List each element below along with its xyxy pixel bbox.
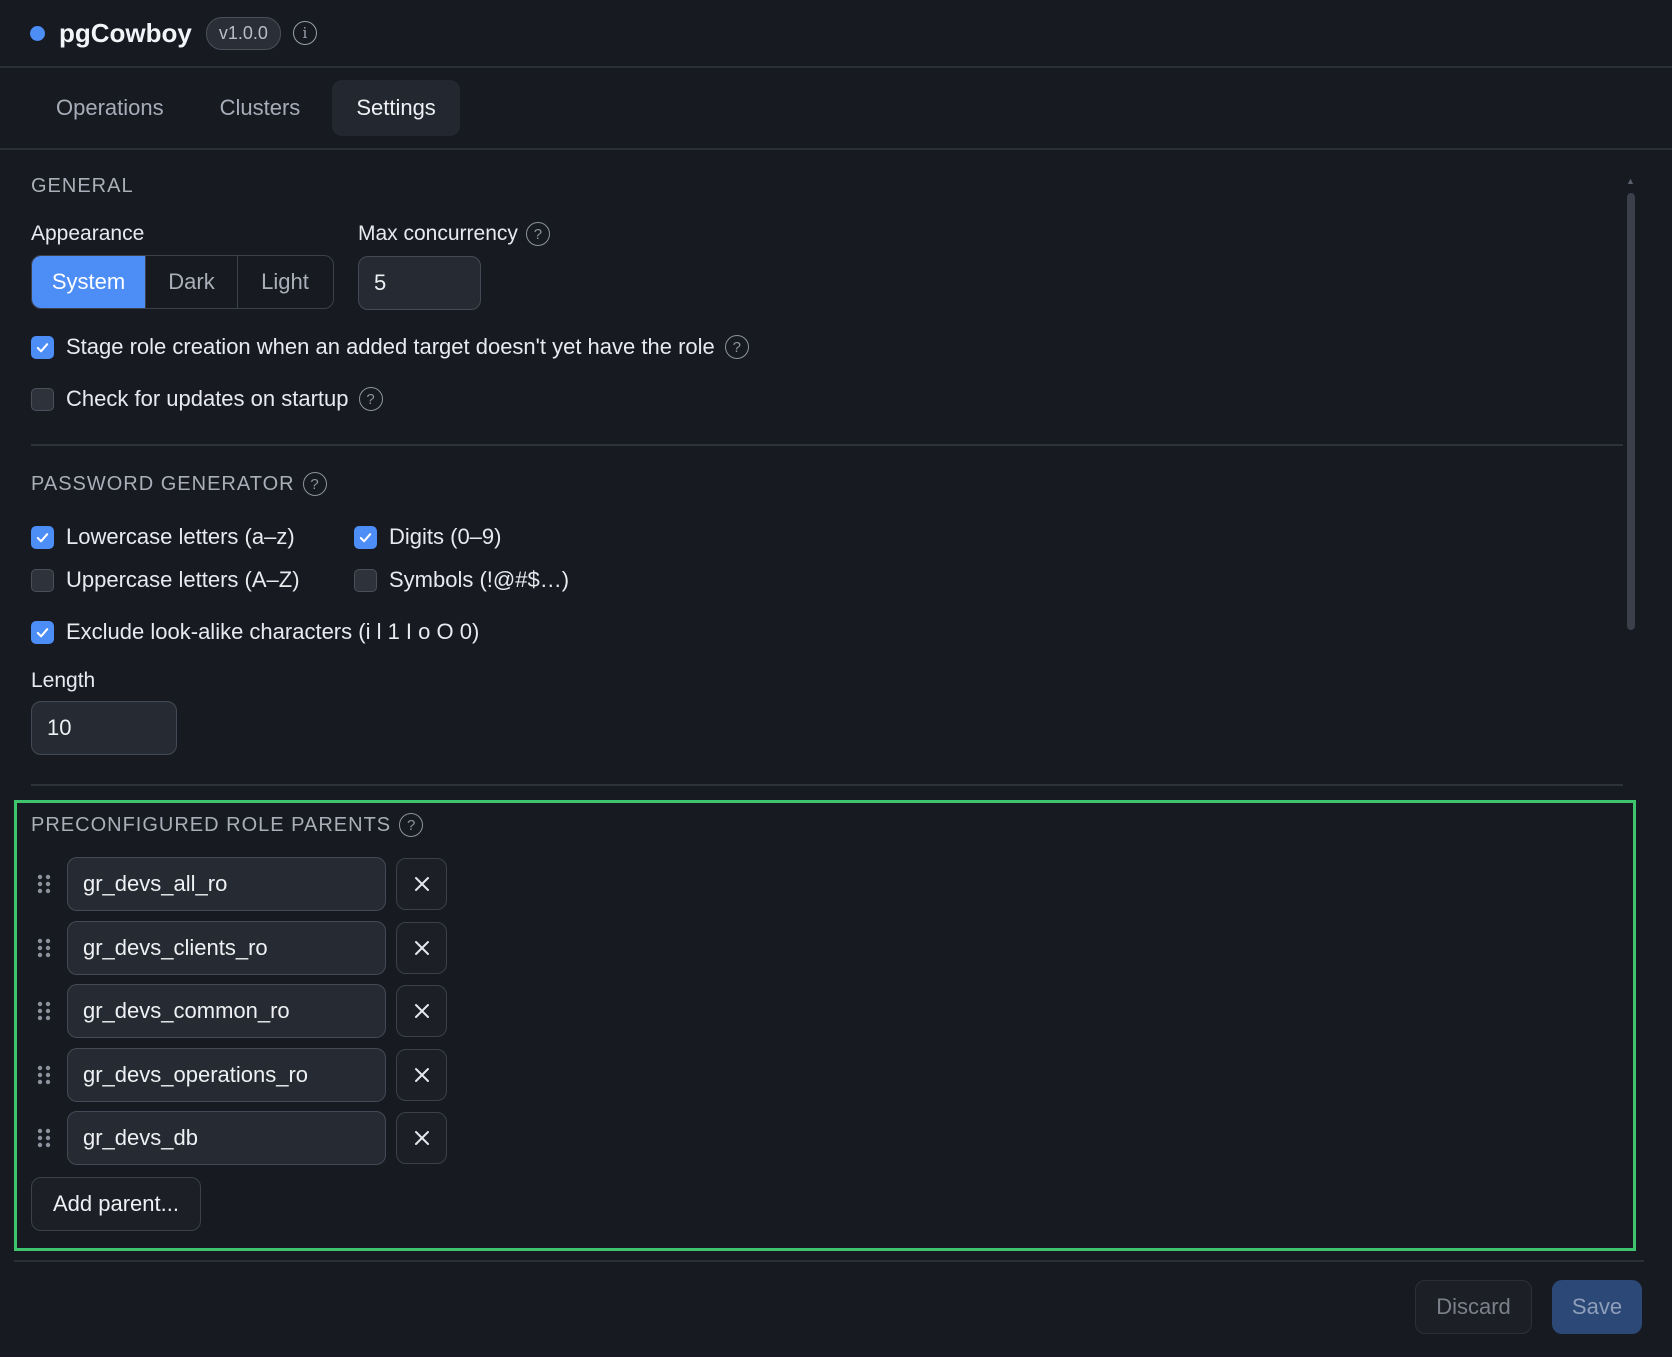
uppercase-option: Uppercase letters (A–Z) [31,567,300,593]
list-item: gr_devs_all_ro [36,857,447,911]
check-updates-label: Check for updates on startup [66,386,349,411]
close-icon [414,1131,429,1145]
help-icon[interactable]: ? [358,387,383,411]
password-generator-heading-text: PASSWORD GENERATOR [31,472,295,495]
lowercase-option: Lowercase letters (a–z) [31,524,295,550]
appearance-label: Appearance [31,222,145,245]
list-item: gr_devs_common_ro [36,984,447,1038]
exclude-lookalike-option: Exclude look-alike characters (i l 1 I o… [31,619,479,645]
help-icon[interactable]: ? [302,472,327,496]
close-icon [414,877,429,891]
checkmark-icon [36,532,49,542]
digits-label: Digits (0–9) [389,524,502,549]
role-parents-heading-text: PRECONFIGURED ROLE PARENTS [31,813,392,836]
symbols-option: Symbols (!@#$…) [354,567,569,593]
role-parents-heading: PRECONFIGURED ROLE PARENTS ? [31,813,424,837]
tab-clusters[interactable]: Clusters [196,80,325,136]
save-button[interactable]: Save [1552,1280,1642,1334]
symbols-checkbox[interactable] [354,568,377,592]
help-icon[interactable]: ? [399,813,424,837]
stage-role-label: Stage role creation when an added target… [66,334,715,359]
checkmark-icon [36,627,49,637]
section-divider [31,444,1623,446]
app-header: pgCowboy v1.0.0 i [0,0,1672,68]
general-heading-text: GENERAL [31,175,134,197]
checkmark-icon [36,342,49,352]
exclude-lookalike-label: Exclude look-alike characters (i l 1 I o… [66,619,480,644]
tab-operations[interactable]: Operations [32,80,188,136]
remove-parent-button[interactable] [396,1112,447,1164]
remove-parent-button[interactable] [396,985,447,1037]
role-parent-input[interactable]: gr_devs_all_ro [67,857,386,911]
max-concurrency-label-row: Max concurrency ? [358,222,550,246]
check-updates-option: Check for updates on startup ? [31,386,383,412]
role-parent-input[interactable]: gr_devs_operations_ro [67,1048,386,1102]
main-tabs: Operations Clusters Settings [0,68,1672,150]
length-label: Length [31,669,96,692]
list-item: gr_devs_clients_ro [36,921,447,975]
app-title: pgCowboy [59,17,192,48]
scrollbar-thumb[interactable] [1627,193,1635,630]
section-divider [31,784,1623,786]
max-concurrency-label: Max concurrency [358,222,518,245]
drag-handle-icon[interactable] [36,1000,52,1022]
remove-parent-button[interactable] [396,858,447,910]
remove-parent-button[interactable] [396,922,447,974]
remove-parent-button[interactable] [396,1049,447,1101]
checkmark-icon [359,532,372,542]
close-icon [414,1004,429,1018]
appearance-option-dark[interactable]: Dark [146,256,238,308]
password-generator-heading: PASSWORD GENERATOR ? [31,472,327,496]
appearance-option-system[interactable]: System [32,256,146,308]
appearance-option-light[interactable]: Light [238,256,332,308]
info-icon[interactable]: i [292,21,317,45]
lowercase-checkbox[interactable] [31,525,54,549]
uppercase-checkbox[interactable] [31,568,54,592]
check-updates-checkbox[interactable] [31,387,54,411]
version-badge: v1.0.0 [205,16,281,50]
max-concurrency-input[interactable]: 5 [358,256,481,310]
status-dot-icon [30,25,45,41]
list-item: gr_devs_operations_ro [36,1048,447,1102]
close-icon [414,1068,429,1082]
discard-button[interactable]: Discard [1415,1280,1532,1334]
drag-handle-icon[interactable] [36,1064,52,1086]
scroll-up-icon[interactable]: ▲ [1626,176,1635,186]
help-icon[interactable]: ? [525,222,550,246]
digits-checkbox[interactable] [354,525,377,549]
app-window: pgCowboy v1.0.0 i Operations Clusters Se… [0,0,1672,1357]
help-icon[interactable]: ? [724,335,749,359]
drag-handle-icon[interactable] [36,1127,52,1149]
symbols-label: Symbols (!@#$…) [389,567,570,592]
role-parent-input[interactable]: gr_devs_db [67,1111,386,1165]
general-heading: GENERAL [31,175,134,198]
close-icon [414,941,429,955]
exclude-lookalike-checkbox[interactable] [31,620,54,644]
tab-settings[interactable]: Settings [332,80,460,136]
role-parent-input[interactable]: gr_devs_clients_ro [67,921,386,975]
drag-handle-icon[interactable] [36,873,52,895]
footer-divider [14,1260,1644,1262]
stage-role-option: Stage role creation when an added target… [31,334,749,360]
lowercase-label: Lowercase letters (a–z) [66,524,295,549]
drag-handle-icon[interactable] [36,937,52,959]
appearance-selector: System Dark Light [31,255,334,309]
role-parent-input[interactable]: gr_devs_common_ro [67,984,386,1038]
length-input[interactable]: 10 [31,701,177,755]
stage-role-checkbox[interactable] [31,335,54,359]
list-item: gr_devs_db [36,1111,447,1165]
uppercase-label: Uppercase letters (A–Z) [66,567,300,592]
add-parent-button[interactable]: Add parent... [31,1177,201,1231]
digits-option: Digits (0–9) [354,524,501,550]
